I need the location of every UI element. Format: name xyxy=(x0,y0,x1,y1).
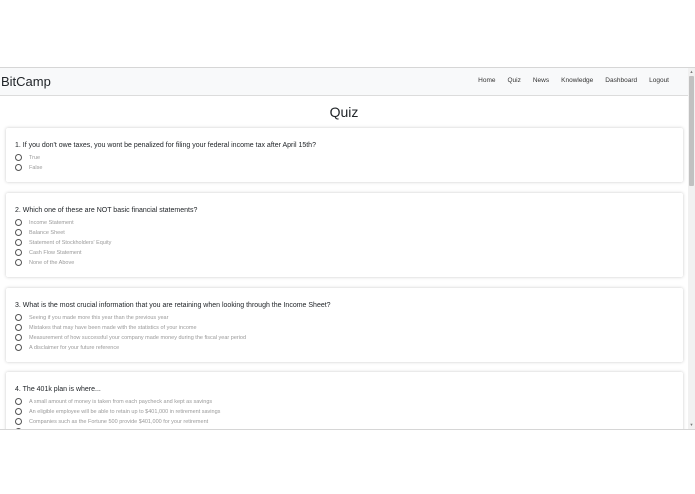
answer-option[interactable] xyxy=(15,427,29,429)
answer-option[interactable]: True xyxy=(15,153,40,162)
answer-label: A small amount of money is taken from ea… xyxy=(29,398,213,405)
answer-option[interactable]: Measurement of how successful your compa… xyxy=(15,333,246,342)
answer-label: True xyxy=(29,154,41,161)
answer-option[interactable]: An eligible employee will be able to ret… xyxy=(15,407,220,416)
answer-option[interactable]: False xyxy=(15,163,42,172)
vertical-scrollbar[interactable]: ▲ ▼ xyxy=(688,68,695,429)
answer-label: False xyxy=(29,164,43,171)
nav-news[interactable]: News xyxy=(533,77,549,84)
nav-home[interactable]: Home xyxy=(478,77,495,84)
answer-option[interactable]: Balance Sheet xyxy=(15,228,65,237)
radio-button[interactable] xyxy=(15,249,22,256)
answer-option[interactable]: A small amount of money is taken from ea… xyxy=(15,397,212,406)
answer-label: Companies such as the Fortune 500 provid… xyxy=(29,418,209,425)
question-text: 1. If you don't owe taxes, you wont be p… xyxy=(15,142,316,149)
radio-button[interactable] xyxy=(15,164,22,171)
radio-button[interactable] xyxy=(15,259,22,266)
answer-label: Seeing if you made more this year than t… xyxy=(29,314,169,321)
radio-button[interactable] xyxy=(15,239,22,246)
answer-label: Cash Flow Statement xyxy=(29,249,82,256)
scroll-down-arrow-icon[interactable]: ▼ xyxy=(689,422,694,428)
answer-label: An eligible employee will be able to ret… xyxy=(29,408,221,415)
radio-button[interactable] xyxy=(15,398,22,405)
brand-logo[interactable]: BitCamp xyxy=(1,74,51,89)
radio-button[interactable] xyxy=(15,334,22,341)
question-text: 3. What is the most crucial information … xyxy=(15,302,331,309)
answer-label: Mistakes that may have been made with th… xyxy=(29,324,197,331)
radio-button[interactable] xyxy=(15,428,22,429)
answer-option[interactable]: Statement of Stockholders' Equity xyxy=(15,238,111,247)
radio-button[interactable] xyxy=(15,418,22,425)
nav-logout[interactable]: Logout xyxy=(649,77,669,84)
nav-links: Home Quiz News Knowledge Dashboard Logou… xyxy=(478,77,669,84)
answer-label: Measurement of how successful your compa… xyxy=(29,334,247,341)
nav-dashboard[interactable]: Dashboard xyxy=(605,77,637,84)
question-card-3: 3. What is the most crucial information … xyxy=(6,288,683,362)
radio-button[interactable] xyxy=(15,154,22,161)
page-title: Quiz xyxy=(329,104,359,120)
page-content: Quiz 1. If you don't owe taxes, you wont… xyxy=(0,96,688,429)
answer-label: Balance Sheet xyxy=(29,229,65,236)
radio-button[interactable] xyxy=(15,219,22,226)
answer-option[interactable]: None of the Above xyxy=(15,258,74,267)
question-text: 2. Which one of these are NOT basic fina… xyxy=(15,207,198,214)
answer-option[interactable]: Cash Flow Statement xyxy=(15,248,82,257)
nav-knowledge[interactable]: Knowledge xyxy=(561,77,593,84)
answer-option[interactable]: Mistakes that may have been made with th… xyxy=(15,323,197,332)
nav-quiz[interactable]: Quiz xyxy=(507,77,520,84)
scrollbar-thumb[interactable] xyxy=(689,76,694,186)
question-card-4: 4. The 401k plan is where... A small amo… xyxy=(6,372,683,429)
radio-button[interactable] xyxy=(15,314,22,321)
question-text: 4. The 401k plan is where... xyxy=(15,386,101,393)
navbar: BitCamp Home Quiz News Knowledge Dashboa… xyxy=(0,68,688,96)
answer-label: Income Statement xyxy=(29,219,74,226)
radio-button[interactable] xyxy=(15,344,22,351)
radio-button[interactable] xyxy=(15,408,22,415)
question-card-1: 1. If you don't owe taxes, you wont be p… xyxy=(6,128,683,182)
answer-option[interactable]: Companies such as the Fortune 500 provid… xyxy=(15,417,208,426)
browser-viewport: BitCamp Home Quiz News Knowledge Dashboa… xyxy=(0,67,695,430)
scroll-up-arrow-icon[interactable]: ▲ xyxy=(689,69,694,75)
radio-button[interactable] xyxy=(15,229,22,236)
question-card-2: 2. Which one of these are NOT basic fina… xyxy=(6,193,683,277)
radio-button[interactable] xyxy=(15,324,22,331)
answer-label: Statement of Stockholders' Equity xyxy=(29,239,112,246)
answer-label: None of the Above xyxy=(29,259,75,266)
answer-label: A disclaimer for your future reference xyxy=(29,344,120,351)
answer-option[interactable]: Income Statement xyxy=(15,218,74,227)
answer-option[interactable]: Seeing if you made more this year than t… xyxy=(15,313,168,322)
answer-option[interactable]: A disclaimer for your future reference xyxy=(15,343,119,352)
